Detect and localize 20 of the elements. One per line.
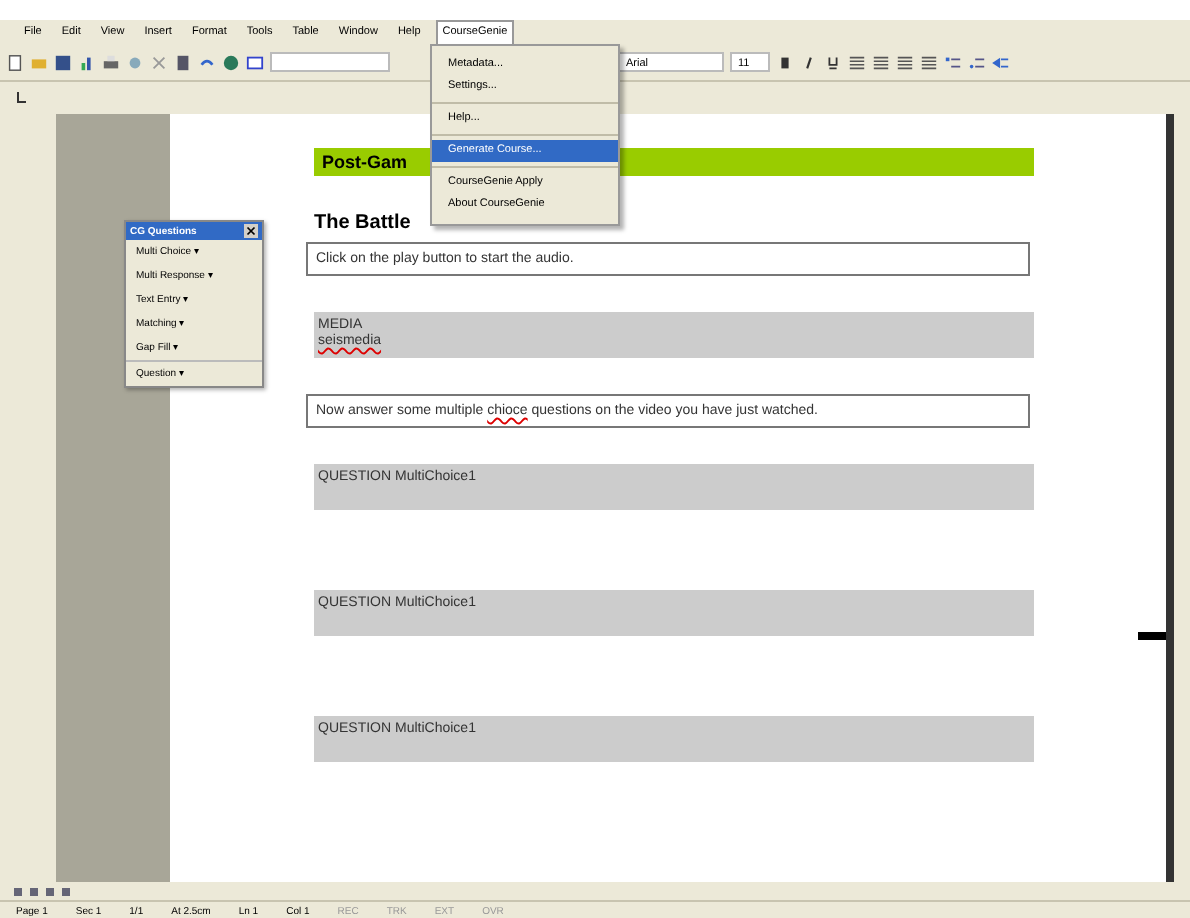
heading: The Battle [314,212,411,234]
print-icon[interactable] [102,53,120,71]
italic-icon[interactable] [800,53,818,71]
new-document-icon[interactable] [6,53,24,71]
bullets-icon[interactable] [968,53,986,71]
bold-icon[interactable] [776,53,794,71]
indent-icon[interactable] [992,53,1010,71]
table-icon[interactable] [246,53,264,71]
align-icon[interactable] [896,53,914,71]
align-icon[interactable] [920,53,938,71]
style-field[interactable] [270,52,390,72]
numbering-icon[interactable] [944,53,962,71]
align-icon[interactable] [848,53,866,71]
heading: Post-Gam [322,152,408,172]
marker [1138,632,1166,640]
align-icon[interactable] [872,53,890,71]
underline-icon[interactable] [824,53,842,71]
close-icon[interactable] [244,224,258,238]
tab-stop-icon[interactable] [16,92,28,104]
chart-icon[interactable] [78,53,96,71]
